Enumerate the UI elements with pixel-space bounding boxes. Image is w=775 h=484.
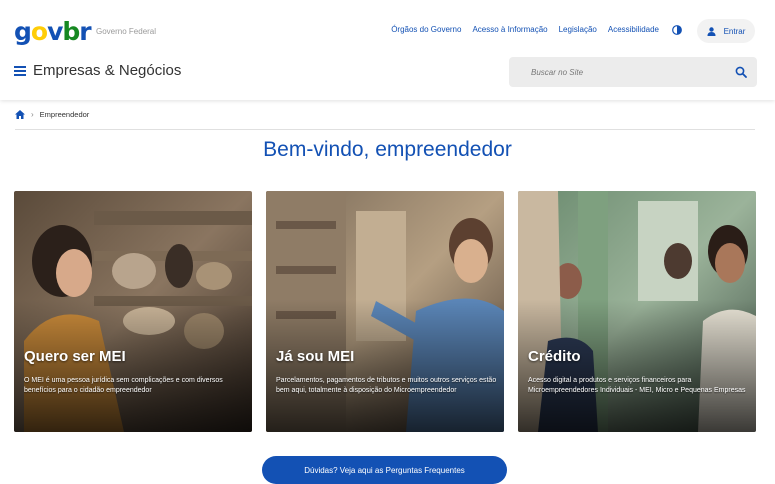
card-title: Quero ser MEI [24, 348, 126, 365]
menu-icon[interactable] [14, 65, 26, 76]
logo-letter: o [30, 17, 48, 46]
top-links: Órgãos do Governo Acesso à Informação Le… [391, 25, 659, 34]
logo-letter: r [79, 17, 91, 46]
card-ja-sou-mei[interactable]: Já sou MEI Parcelamentos, pagamentos de … [266, 191, 504, 432]
logo-letter: b [62, 17, 80, 46]
card-description: Acesso digital a produtos e serviços fin… [528, 377, 746, 394]
menu-row: Empresas & Negócios [14, 62, 181, 79]
gov-label: Governo Federal [96, 27, 157, 36]
search-box [509, 57, 757, 87]
logo-letter: g [14, 17, 32, 46]
search-icon[interactable] [735, 66, 747, 78]
page-title: Bem-vindo, empreendedor [263, 138, 512, 161]
link-legislacao[interactable]: Legislação [559, 25, 597, 34]
breadcrumb: › Empreendedor [15, 110, 89, 119]
card-description: O MEI é uma pessoa jurídica sem complica… [24, 377, 223, 394]
link-acessibilidade[interactable]: Acessibilidade [608, 25, 659, 34]
user-icon [707, 26, 716, 36]
link-acesso-informacao[interactable]: Acesso à Informação [472, 25, 547, 34]
card-description: Parcelamentos, pagamentos de tributos e … [276, 377, 497, 394]
card-title: Crédito [528, 348, 581, 365]
chevron-right-icon: › [31, 110, 34, 119]
site-header: govbr Governo Federal Órgãos do Governo … [0, 0, 775, 100]
card-title: Já sou MEI [276, 348, 355, 365]
faq-button[interactable]: Dúvidas? Veja aqui as Perguntas Frequent… [262, 456, 507, 484]
divider [15, 129, 755, 130]
login-label: Entrar [723, 26, 746, 36]
govbr-logo[interactable]: govbr [14, 17, 92, 46]
site-title[interactable]: Empresas & Negócios [33, 62, 181, 79]
card-quero-ser-mei[interactable]: Quero ser MEI O MEI é uma pessoa jurídic… [14, 191, 252, 432]
card-credito[interactable]: Crédito Acesso digital a produtos e serv… [518, 191, 756, 432]
link-orgaos[interactable]: Órgãos do Governo [391, 25, 461, 34]
search-input[interactable] [509, 57, 719, 87]
breadcrumb-current: Empreendedor [39, 110, 90, 119]
login-button[interactable]: Entrar [697, 19, 755, 43]
contrast-icon[interactable] [672, 25, 682, 35]
logo-letter: v [47, 17, 63, 46]
home-icon[interactable] [15, 110, 25, 119]
